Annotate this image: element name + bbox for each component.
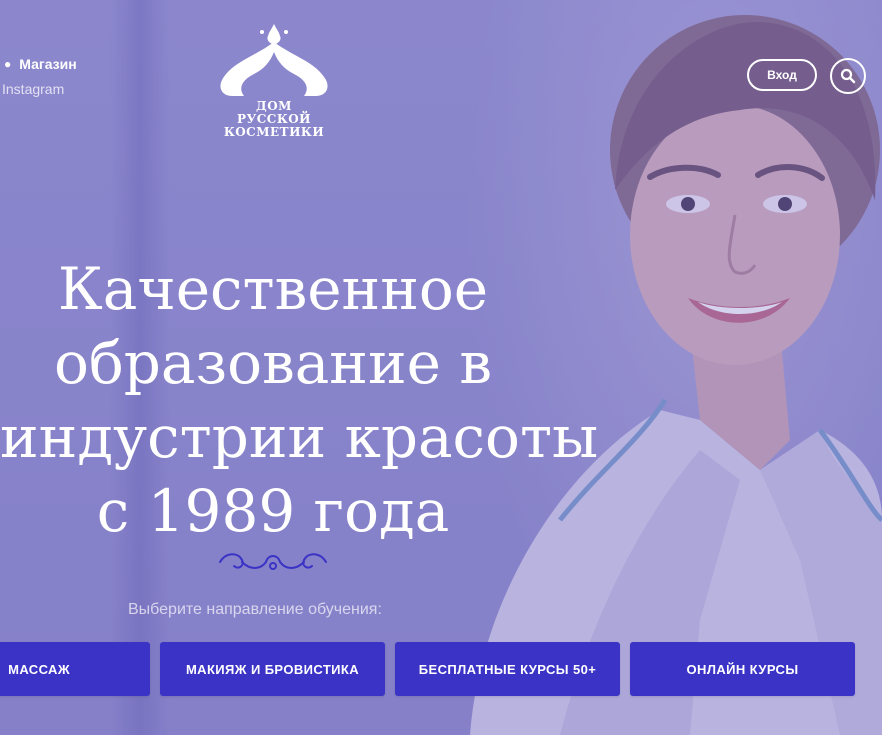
headline-line: Качественное xyxy=(57,255,489,323)
headline-line: образование в xyxy=(53,329,493,397)
search-button[interactable] xyxy=(830,58,866,94)
section-subtitle: Выберите направление обучения: xyxy=(128,601,382,618)
nav-link-shop[interactable]: ● Магазин xyxy=(4,56,77,72)
nav-link-instagram[interactable]: Instagram xyxy=(2,81,77,97)
headline-line: индустрии красоты xyxy=(0,403,599,471)
ornament-divider-icon xyxy=(219,553,327,570)
course-button-free-50plus[interactable]: БЕСПЛАТНЫЕ КУРСЫ 50+ xyxy=(395,642,620,696)
onion-dome-icon xyxy=(220,24,328,96)
login-button[interactable]: Вход xyxy=(747,59,817,91)
course-button-massage[interactable]: МАССАЖ xyxy=(0,642,150,696)
hero-headline: Качественное образование в индустрии кра… xyxy=(0,252,599,548)
course-button-makeup[interactable]: МАКИЯЖ И БРОВИСТИКА xyxy=(160,642,385,696)
top-nav: ● Магазин Instagram xyxy=(2,56,77,97)
nav-shop-label: Магазин xyxy=(19,56,77,72)
course-button-online[interactable]: ОНЛАЙН КУРСЫ xyxy=(630,642,855,696)
bullet-icon: ● xyxy=(4,57,12,71)
search-icon xyxy=(840,68,856,84)
headline-line: с 1989 года xyxy=(96,477,450,545)
logo-text: ДОМ РУССКОЙ КОСМЕТИКИ xyxy=(223,99,325,139)
logo[interactable]: ДОМ РУССКОЙ КОСМЕТИКИ xyxy=(214,22,334,139)
